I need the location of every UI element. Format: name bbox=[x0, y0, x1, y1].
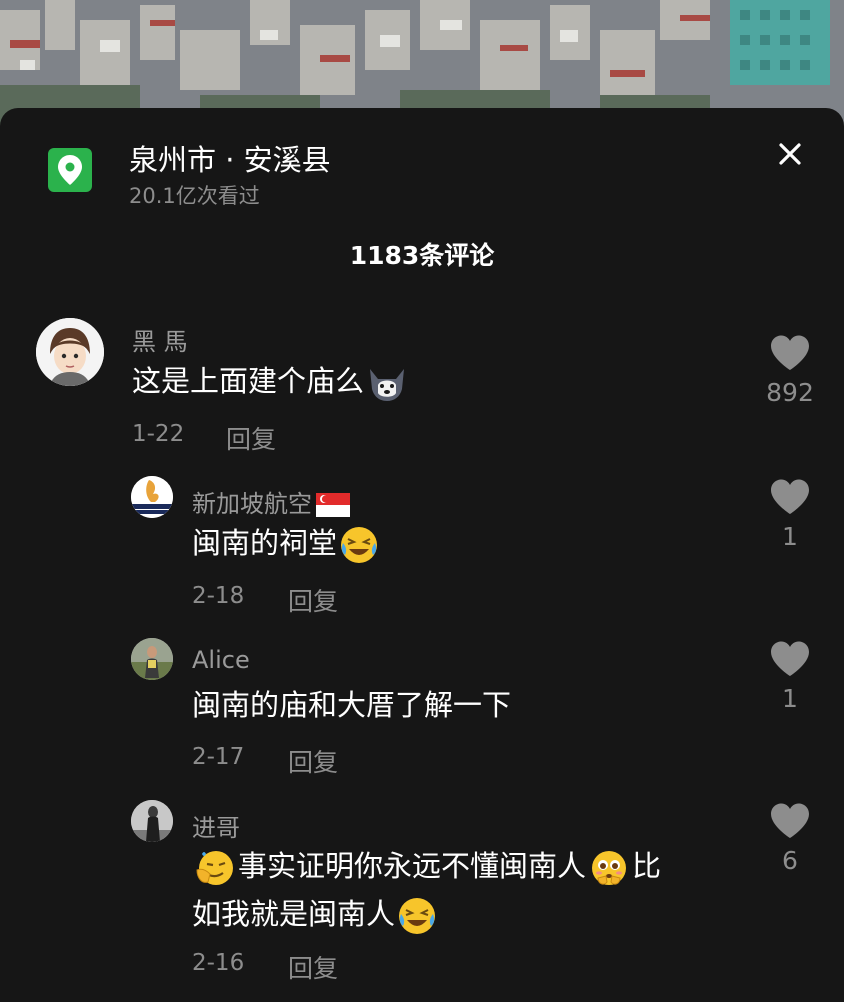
singapore-flag-icon bbox=[316, 493, 350, 517]
comment-date: 2-17 bbox=[192, 744, 245, 770]
like-button[interactable]: 1 bbox=[760, 640, 820, 713]
avatar[interactable] bbox=[131, 476, 173, 518]
close-button[interactable] bbox=[772, 136, 808, 172]
comment-username[interactable]: 进哥 bbox=[192, 808, 240, 843]
location-badge[interactable] bbox=[48, 148, 92, 192]
heart-icon bbox=[771, 479, 809, 514]
pleading-face-emoji-icon bbox=[592, 851, 627, 885]
like-button[interactable]: 6 bbox=[760, 802, 820, 875]
smirk-emoji-icon bbox=[196, 851, 233, 885]
location-title[interactable]: 泉州市 · 安溪县 bbox=[129, 137, 331, 179]
comment-username[interactable]: 新加坡航空 bbox=[192, 484, 350, 519]
laughing-crying-emoji-icon bbox=[341, 527, 378, 563]
heart-icon bbox=[771, 335, 809, 370]
reply-button[interactable]: 回复 bbox=[226, 420, 276, 456]
comment-date: 2-18 bbox=[192, 583, 245, 609]
username-text: 新加坡航空 bbox=[192, 490, 312, 518]
like-count: 1 bbox=[782, 522, 798, 551]
comment-text: 事实证明你永远不懂闽南人 比如我就是闽南人 bbox=[192, 842, 732, 938]
like-count: 6 bbox=[782, 846, 798, 875]
comment-username[interactable]: Alice bbox=[192, 646, 250, 674]
comment-text-part: 如我就是闽南人 bbox=[192, 897, 396, 931]
avatar[interactable] bbox=[131, 638, 173, 680]
close-icon bbox=[779, 143, 801, 165]
comment-text-content: 闽南的祠堂 bbox=[192, 526, 338, 560]
reply-button[interactable]: 回复 bbox=[288, 743, 338, 779]
comment-date: 1-22 bbox=[132, 421, 185, 447]
comment-text: 闽南的庙和大厝了解一下 bbox=[192, 688, 512, 722]
comment-count: 1183条评论 bbox=[349, 241, 495, 270]
heart-icon bbox=[771, 641, 809, 676]
comment-date: 2-16 bbox=[192, 950, 245, 976]
husky-emoji-icon bbox=[370, 369, 405, 401]
comment-text-part: 比 bbox=[632, 849, 662, 883]
laughing-crying-emoji-icon bbox=[399, 898, 436, 934]
comment-text: 这是上面建个庙么 bbox=[132, 357, 410, 405]
like-button[interactable]: 892 bbox=[760, 334, 820, 407]
avatar[interactable] bbox=[36, 318, 104, 386]
location-views: 20.1亿次看过 bbox=[129, 184, 260, 208]
heart-icon bbox=[771, 803, 809, 838]
like-count: 1 bbox=[782, 684, 798, 713]
like-count: 892 bbox=[766, 378, 814, 407]
avatar[interactable] bbox=[131, 800, 173, 842]
comment-text: 闽南的祠堂 bbox=[192, 519, 381, 567]
map-pin-icon bbox=[58, 155, 82, 185]
comment-text-content: 这是上面建个庙么 bbox=[132, 364, 365, 398]
comment-text-part: 事实证明你永远不懂闽南人 bbox=[238, 849, 587, 883]
comment-username[interactable]: 黑 馬 bbox=[132, 322, 188, 357]
reply-button[interactable]: 回复 bbox=[288, 949, 338, 985]
like-button[interactable]: 1 bbox=[760, 478, 820, 551]
reply-button[interactable]: 回复 bbox=[288, 582, 338, 618]
